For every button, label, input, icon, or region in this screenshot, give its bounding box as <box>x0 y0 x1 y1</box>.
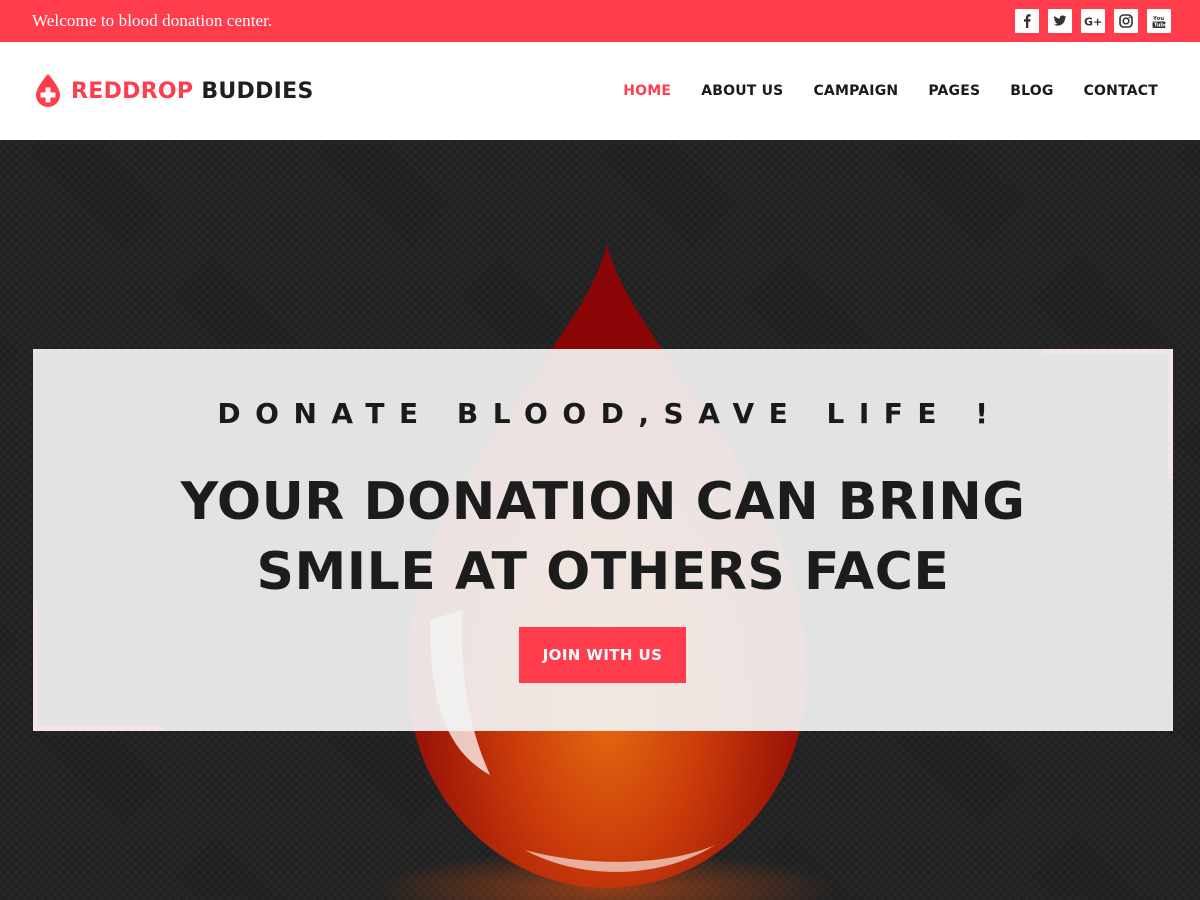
site-header: REDDROP BUDDIES HOME ABOUT US CAMPAIGN P… <box>0 42 1200 140</box>
google-plus-link[interactable]: G+ <box>1081 9 1105 33</box>
hero-panel: DONATE BLOOD,SAVE LIFE ! YOUR DONATION C… <box>33 349 1173 731</box>
svg-text:Tube: Tube <box>1154 22 1166 28</box>
facebook-link[interactable] <box>1015 9 1039 33</box>
svg-text:G+: G+ <box>1084 16 1102 28</box>
join-with-us-button[interactable]: JOIN WITH US <box>519 627 686 683</box>
nav-home[interactable]: HOME <box>623 83 671 99</box>
logo-text-part1: REDDROP <box>71 78 194 104</box>
social-links: G+ You Tube <box>1015 9 1171 33</box>
nav-contact[interactable]: CONTACT <box>1084 83 1158 99</box>
svg-text:You: You <box>1152 16 1164 22</box>
hero-headline-line2: SMILE AT OTHERS FACE <box>256 542 950 602</box>
twitter-link[interactable] <box>1048 9 1072 33</box>
welcome-text: Welcome to blood donation center. <box>32 11 273 30</box>
google-plus-icon: G+ <box>1084 16 1102 28</box>
logo-text: REDDROP BUDDIES <box>71 79 314 104</box>
instagram-icon <box>1119 14 1133 28</box>
hero-kicker: DONATE BLOOD,SAVE LIFE ! <box>217 397 1003 430</box>
main-nav: HOME ABOUT US CAMPAIGN PAGES BLOG CONTAC… <box>623 83 1158 99</box>
logo-text-part2: BUDDIES <box>201 78 314 104</box>
blood-drop-logo-icon <box>36 74 60 107</box>
nav-pages[interactable]: PAGES <box>928 83 980 99</box>
hero-headline: YOUR DONATION CAN BRING SMILE AT OTHERS … <box>33 467 1173 607</box>
hero-section: DONATE BLOOD,SAVE LIFE ! YOUR DONATION C… <box>0 140 1200 900</box>
youtube-link[interactable]: You Tube <box>1147 9 1171 33</box>
top-bar: Welcome to blood donation center. G+ You… <box>0 0 1200 42</box>
nav-blog[interactable]: BLOG <box>1010 83 1053 99</box>
twitter-icon <box>1053 15 1067 26</box>
hero-headline-line1: YOUR DONATION CAN BRING <box>180 472 1026 532</box>
nav-campaign[interactable]: CAMPAIGN <box>813 83 898 99</box>
instagram-link[interactable] <box>1114 9 1138 33</box>
facebook-icon <box>1024 14 1031 28</box>
youtube-icon: You Tube <box>1152 16 1166 29</box>
nav-about-us[interactable]: ABOUT US <box>701 83 783 99</box>
site-logo[interactable]: REDDROP BUDDIES <box>32 73 314 109</box>
